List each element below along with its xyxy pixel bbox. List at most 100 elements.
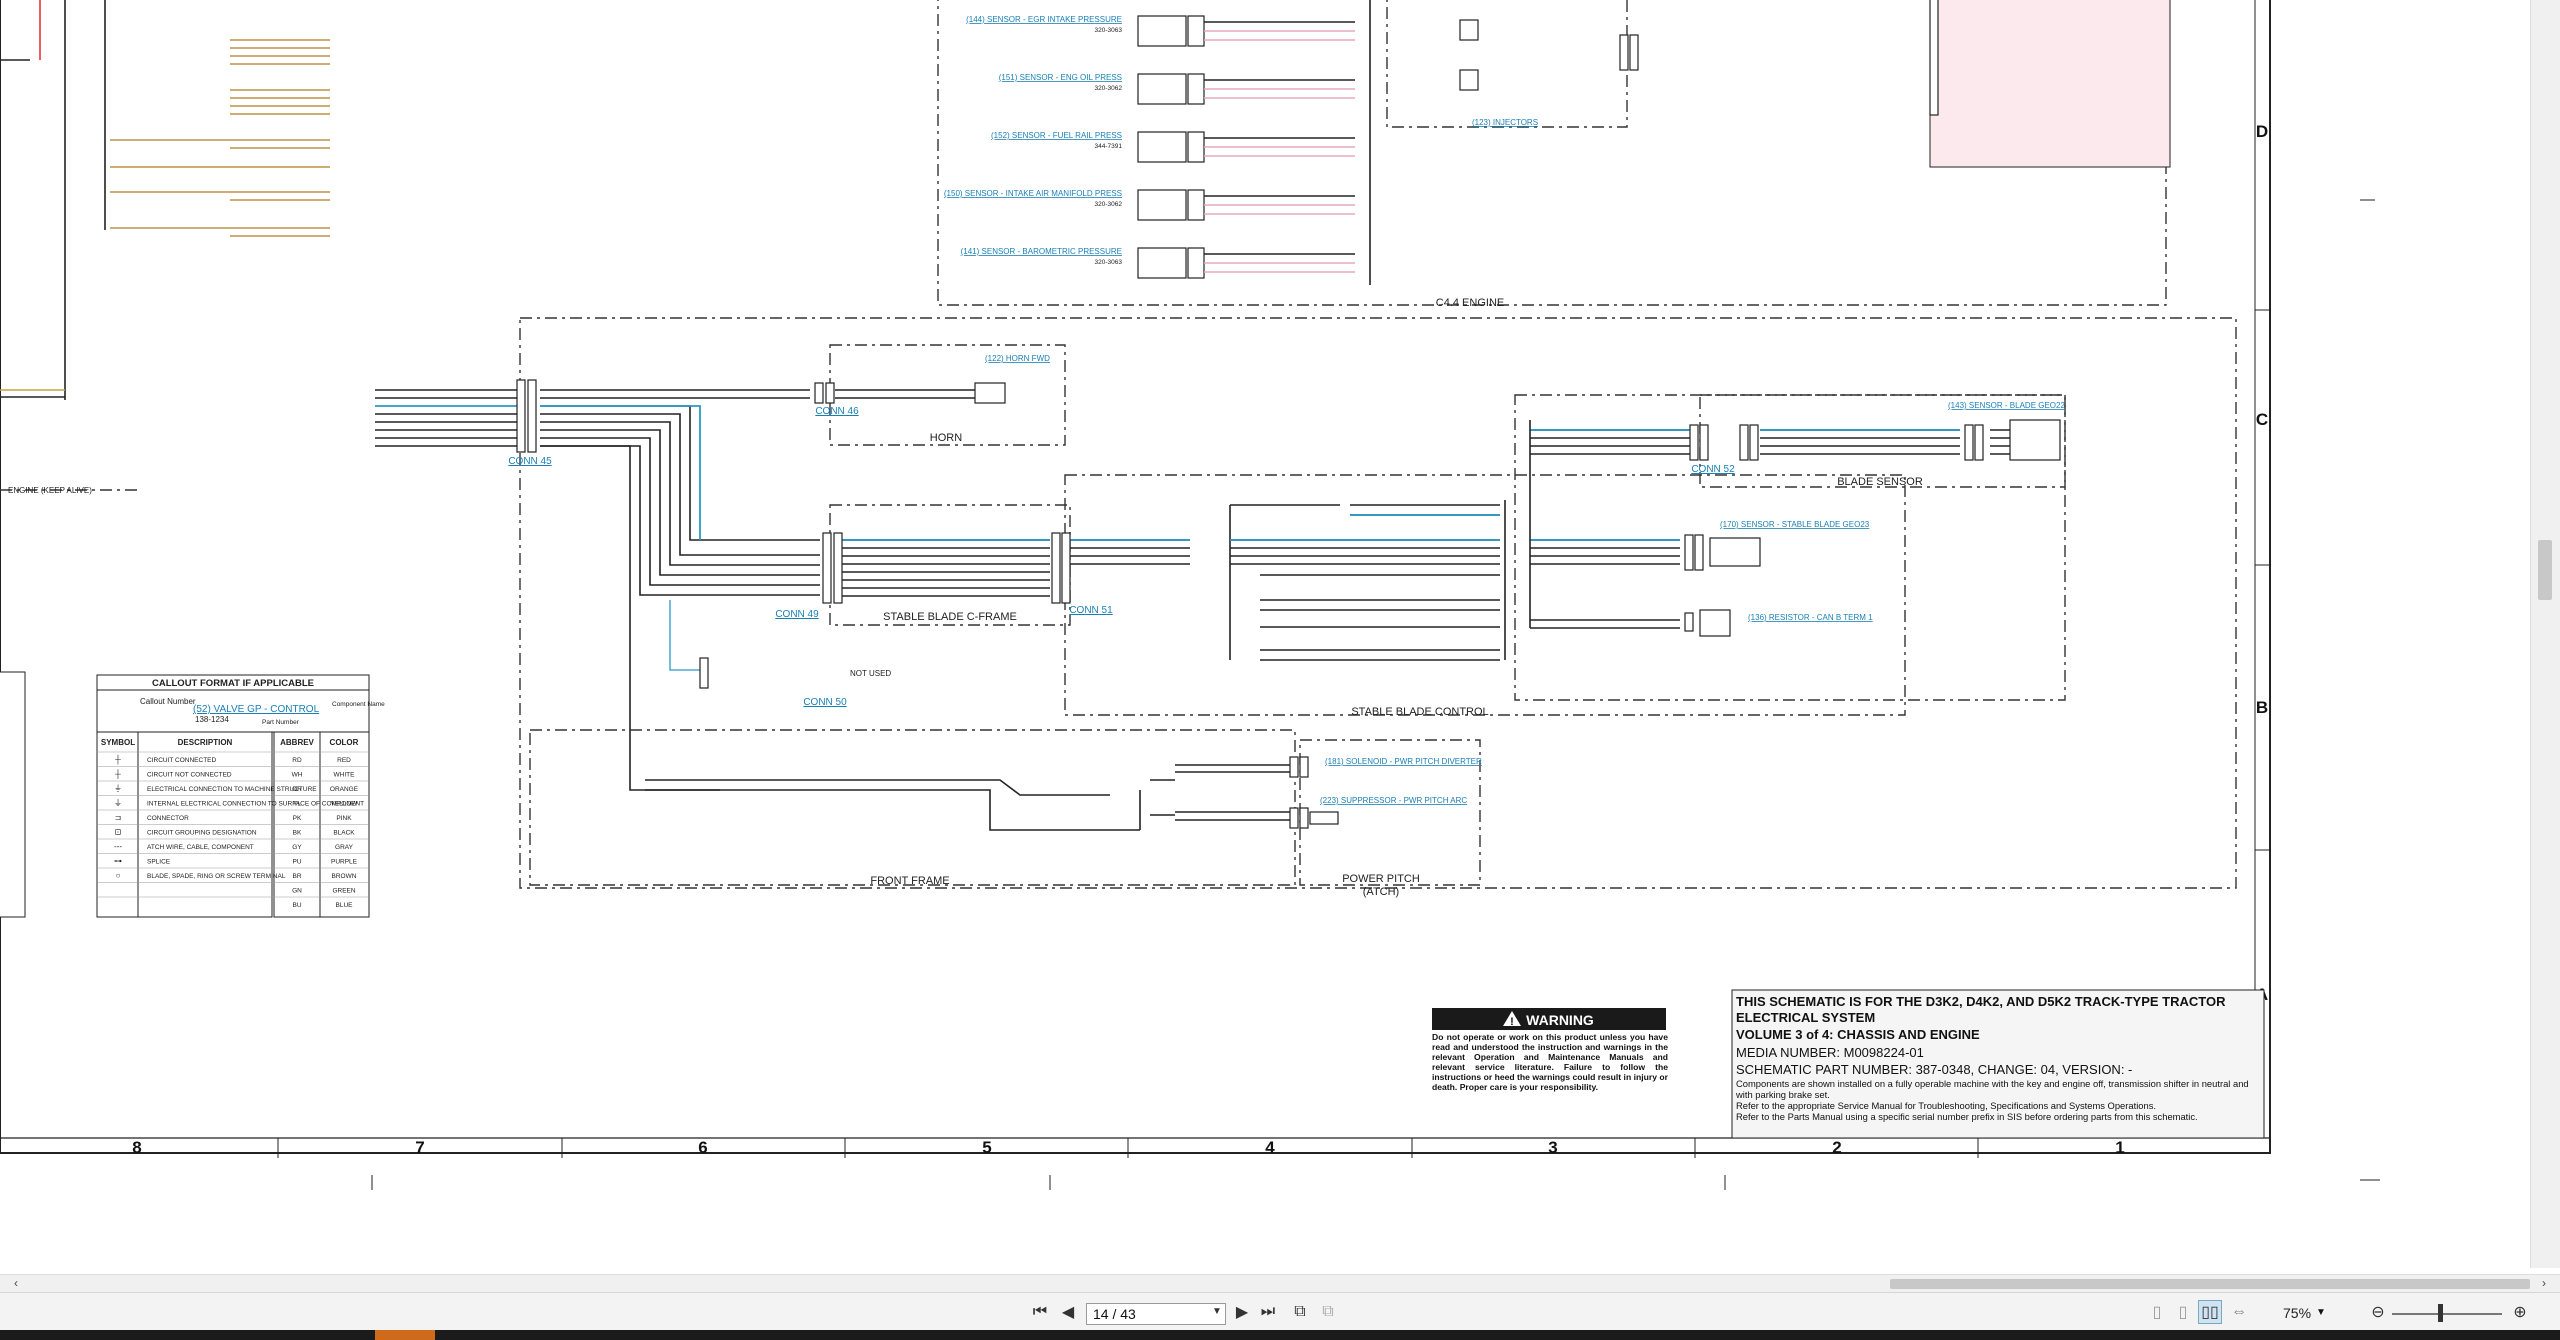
legend-header-description: DESCRIPTION [178, 738, 233, 747]
scroll-left-icon[interactable]: ‹ [14, 1276, 18, 1290]
prev-page-icon[interactable]: ◀ [1058, 1300, 1078, 1324]
conn50-label[interactable]: CONN 50 [803, 697, 847, 708]
sensor-link[interactable]: (141) SENSOR - BAROMETRIC PRESSURE [961, 247, 1122, 256]
sensor-box [1137, 131, 1187, 163]
legend-abbrev: GY [292, 844, 302, 851]
legend-color: YELLOW [330, 801, 358, 808]
first-page-icon[interactable]: ⏮ [1030, 1300, 1050, 1324]
sensor-connector [1187, 73, 1205, 105]
spread-icon[interactable]: ⇔ [2228, 1300, 2250, 1324]
callout-number-label: Callout Number [140, 697, 196, 706]
schematic-drawing: D C B A 8 7 6 5 4 3 2 1 [0, 0, 2380, 1190]
zoom-level[interactable]: 75% [2283, 1305, 2311, 1321]
svg-text:!: ! [1510, 1016, 1514, 1028]
sheet-border [0, 0, 2271, 1154]
horizontal-scroll-thumb[interactable] [1890, 1279, 2530, 1289]
next-page-icon[interactable]: ▶ [1232, 1300, 1252, 1324]
sensor-link[interactable]: (151) SENSOR - ENG OIL PRESS [999, 73, 1122, 82]
zoom-in-icon[interactable]: ⊕ [2510, 1300, 2530, 1324]
horn-link[interactable]: (122) HORN FWD [985, 354, 1050, 363]
legend-color: PINK [336, 815, 352, 822]
warning-text: Do not operate or work on this product u… [1432, 1032, 1668, 1092]
blade-control-box [1064, 474, 1906, 716]
legend-description: CIRCUIT CONNECTED [147, 757, 217, 764]
legend-color: BLACK [333, 830, 355, 837]
suppressor-link[interactable]: (223) SUPPRESSOR - PWR PITCH ARC [1320, 796, 1467, 805]
sensor-connector [1187, 131, 1205, 163]
callout-part: 138-1234 [195, 715, 229, 724]
conn46-label[interactable]: CONN 46 [815, 406, 859, 417]
engine-group-label: C4.4 ENGINE [1436, 297, 1504, 309]
vertical-scrollbar[interactable] [2530, 0, 2560, 1268]
legend-abbrev: PK [293, 815, 302, 822]
zone-label-side: B [2256, 698, 2268, 717]
last-page-icon[interactable]: ⏭ [1258, 1300, 1278, 1324]
power-pitch-sub: (ATCH) [1363, 886, 1399, 898]
legend-color: PURPLE [331, 859, 358, 866]
legend-color: GREEN [332, 888, 355, 895]
zone-label-bottom: 5 [982, 1138, 991, 1157]
zone-label-bottom: 2 [1832, 1138, 1841, 1157]
legend-color: WHITE [334, 772, 356, 779]
conn45-label[interactable]: CONN 45 [508, 456, 552, 467]
engine-sensors: (144) SENSOR - EGR INTAKE PRESSURE 320-30… [944, 0, 1371, 285]
zoom-dropdown-icon[interactable]: ▼ [2316, 1307, 2326, 1318]
legend-color: ORANGE [330, 786, 359, 793]
conn49-label[interactable]: CONN 49 [775, 609, 819, 620]
legend-symbol-icon: ┼ [114, 769, 121, 780]
blade-control-label: STABLE BLADE CONTROL [1351, 706, 1488, 718]
titleblock-line3: VOLUME 3 of 4: CHASSIS AND ENGINE [1736, 1027, 1980, 1042]
sensor-part: 320-3063 [1095, 259, 1123, 266]
conn51-label[interactable]: CONN 51 [1069, 605, 1113, 616]
scroll-right-icon[interactable]: › [2542, 1276, 2546, 1290]
zoom-slider-thumb[interactable] [2438, 1304, 2443, 1322]
legend-header-color: COLOR [330, 738, 359, 747]
legend-color: RED [337, 757, 351, 764]
legend-color: BLUE [336, 902, 354, 909]
conn52-label[interactable]: CONN 52 [1691, 464, 1735, 475]
zoom-slider[interactable] [2392, 1313, 2502, 1315]
fit-width-icon[interactable]: ⧉ [1316, 1300, 1340, 1324]
page-dropdown-icon[interactable]: ▼ [1212, 1306, 1222, 1317]
zone-label-side: C [2256, 410, 2268, 429]
sensor-link[interactable]: (144) SENSOR - EGR INTAKE PRESSURE [966, 15, 1122, 24]
legend-description: CIRCUIT NOT CONNECTED [147, 772, 232, 779]
schematic-sheet: D C B A 8 7 6 5 4 3 2 1 [0, 0, 2530, 1268]
sensor-part: 320-3062 [1095, 201, 1123, 208]
injector-link[interactable]: (123) INJECTORS [1472, 118, 1538, 127]
resistor-link[interactable]: (136) RESISTOR - CAN B TERM 1 [1748, 613, 1873, 622]
sensor-box [1137, 189, 1187, 221]
legend-header-symbol: SYMBOL [101, 738, 135, 747]
callout-title: CALLOUT FORMAT IF APPLICABLE [152, 678, 314, 689]
taskbar-app[interactable] [375, 1330, 435, 1340]
titleblock-line2: ELECTRICAL SYSTEM [1736, 1010, 1876, 1025]
legend-abbrev: WH [292, 772, 303, 779]
page-number-input[interactable]: 14 / 43 [1086, 1303, 1226, 1325]
two-page-icon[interactable]: ▯▯ [2198, 1300, 2222, 1324]
sensor-link[interactable]: (150) SENSOR - INTAKE AIR MANIFOLD PRESS [944, 189, 1122, 198]
keep-alive-label: ENGINE (KEEP ALIVE) [8, 486, 92, 495]
front-frame-label: FRONT FRAME [870, 875, 949, 887]
sensor-connector [1187, 189, 1205, 221]
legend-description: ATCH WIRE, CABLE, COMPONENT [147, 844, 254, 851]
blade-sensor-link[interactable]: (143) SENSOR - BLADE GEO22 [1948, 401, 2065, 410]
single-page-icon[interactable]: ▯ [2146, 1300, 2168, 1324]
fit-page-icon[interactable]: ⧉ [1288, 1300, 1312, 1324]
vertical-scroll-thumb[interactable] [2538, 540, 2552, 600]
titleblock-note3: Refer to the Parts Manual using a specif… [1736, 1111, 2198, 1122]
legend-symbol-icon: ⏚ [114, 784, 122, 793]
stable-blade-sensor-link[interactable]: (170) SENSOR - STABLE BLADE GEO23 [1720, 520, 1870, 529]
legend-symbol-icon: ⊶ [114, 857, 122, 866]
zone-label-bottom: 3 [1548, 1138, 1557, 1157]
blade-sensor-label: BLADE SENSOR [1837, 476, 1923, 488]
titleblock-part: SCHEMATIC PART NUMBER: 387-0348, CHANGE:… [1736, 1062, 2133, 1077]
legend-abbrev: BU [292, 902, 301, 909]
ecm-block [1929, 0, 2171, 168]
legend-symbol-icon: ⊡ [115, 828, 122, 837]
solenoid-link[interactable]: (181) SOLENOID - PWR PITCH DIVERTER [1325, 757, 1482, 766]
legend-description: SPLICE [147, 859, 171, 866]
continuous-icon[interactable]: ▯ [2172, 1300, 2194, 1324]
sensor-link[interactable]: (152) SENSOR - FUEL RAIL PRESS [991, 131, 1122, 140]
warning-box: ! WARNING Do not operate or work on this… [1432, 1008, 1668, 1092]
zoom-out-icon[interactable]: ⊖ [2368, 1300, 2388, 1324]
